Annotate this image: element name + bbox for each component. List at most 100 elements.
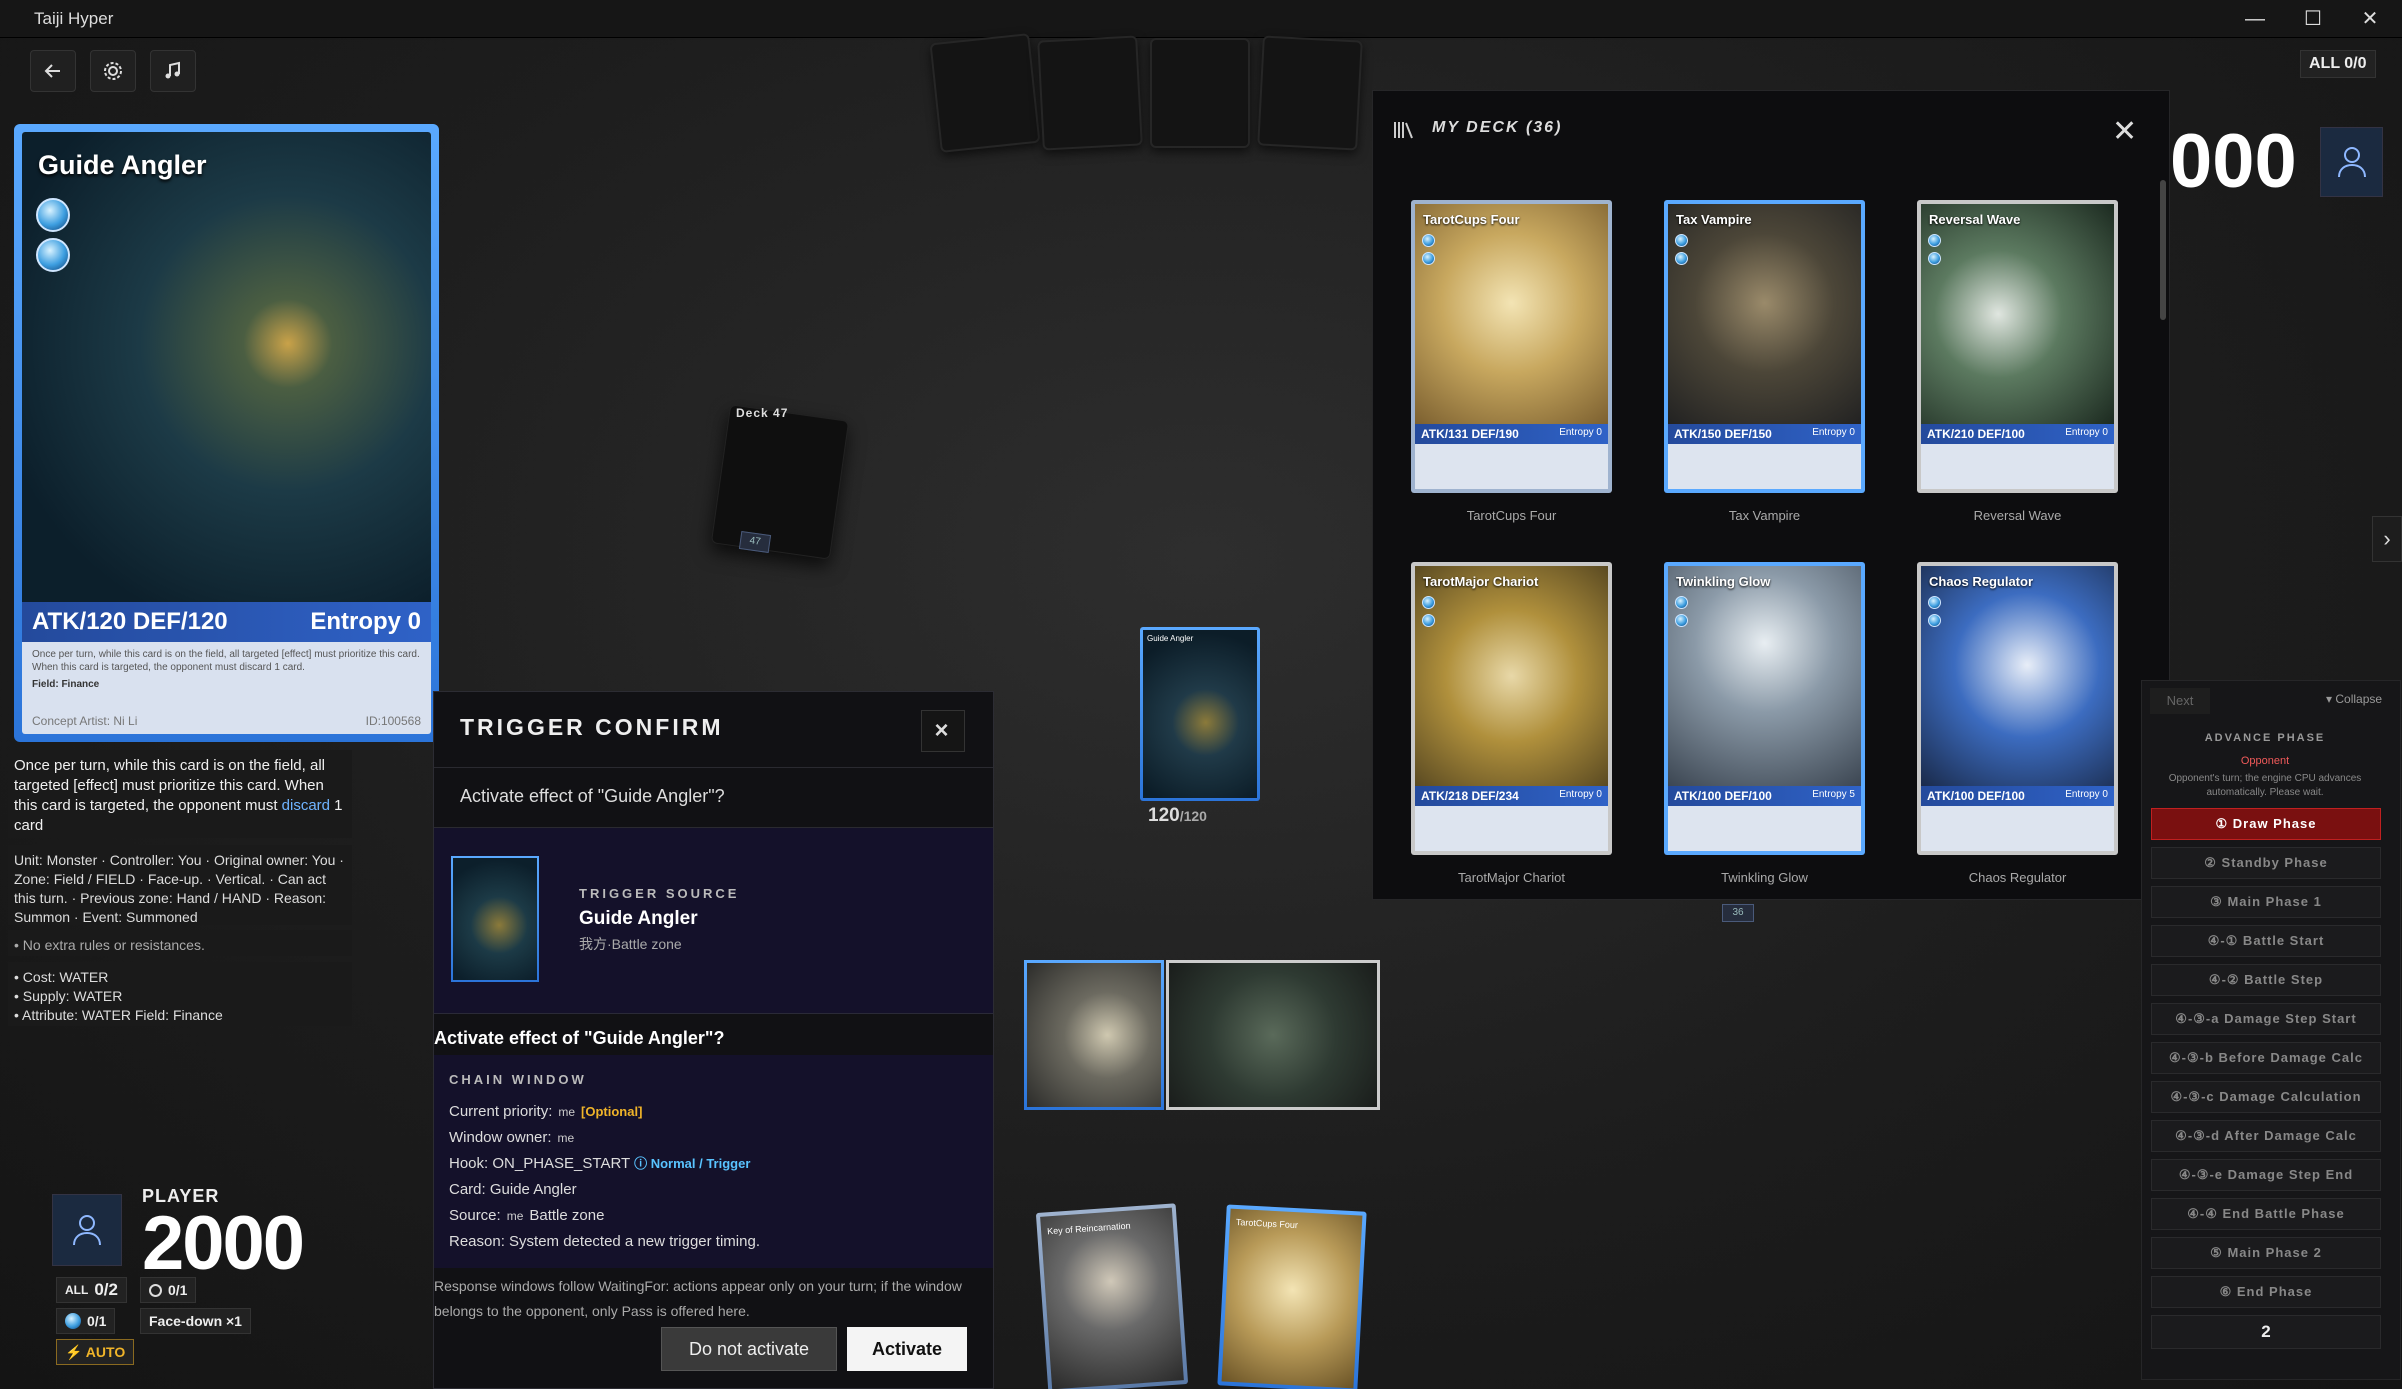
dialog-title: TRIGGER CONFIRM	[460, 714, 724, 740]
deck-card-caption: TarotMajor Chariot	[1458, 870, 1565, 885]
activate-button[interactable]: Activate	[847, 1327, 967, 1371]
card-cost: • Cost: WATER	[14, 969, 109, 985]
attribute-orb-icon	[1675, 252, 1688, 265]
settings-button[interactable]	[90, 50, 136, 92]
phase-button[interactable]: ③ Main Phase 1	[2151, 886, 2381, 918]
player-avatar[interactable]	[52, 1194, 122, 1266]
next-phase-button[interactable]: Next	[2150, 688, 2210, 714]
deck-card[interactable]: TarotMajor Chariot ATK/218 DEF/234 Entro…	[1411, 562, 1612, 855]
discard-link[interactable]: discard	[282, 797, 330, 814]
circle-counter: 0/1	[140, 1277, 197, 1303]
maximize-button[interactable]: ☐	[2283, 4, 2343, 34]
deck-card-body	[1674, 448, 1854, 486]
priority-label: Current priority:	[449, 1103, 553, 1120]
card-attribute: • Attribute: WATER Field: Finance	[14, 1007, 223, 1023]
side-panel-toggle[interactable]: ›	[2372, 516, 2402, 562]
circle-count: 0/1	[168, 1282, 188, 1298]
deck-card-name: Twinkling Glow	[1676, 574, 1771, 589]
deck-drawer-close-button[interactable]: ✕	[2112, 114, 2137, 149]
field-card-name: Guide Angler	[1147, 634, 1194, 643]
deck-card-atk-def: ATK/131 DEF/190	[1421, 427, 1519, 441]
phase-button[interactable]: ② Standby Phase	[2151, 847, 2381, 879]
arrow-left-icon	[44, 64, 60, 78]
all-counter: ALL 0/2	[56, 1277, 127, 1303]
deck-card[interactable]: TarotCups Four ATK/131 DEF/190 Entropy 0	[1411, 200, 1612, 493]
attribute-orb-icon	[1928, 614, 1941, 627]
attribute-orb-icon	[1422, 252, 1435, 265]
back-button[interactable]	[30, 50, 76, 92]
source-owner: me	[506, 1209, 524, 1223]
field-card-stats: 120/120	[1148, 805, 1207, 827]
card-atk-def: ATK/120 DEF/120	[32, 608, 228, 635]
attribute-orb-icon	[1928, 252, 1941, 265]
gear-icon	[104, 62, 122, 80]
deck-card[interactable]: Reversal Wave ATK/210 DEF/100 Entropy 0	[1917, 200, 2118, 493]
deck-card-entropy: Entropy 0	[1559, 427, 1602, 438]
attribute-orb-icon	[1928, 234, 1941, 247]
attribute-orb-icon	[1675, 596, 1688, 609]
library-icon	[1394, 122, 1413, 139]
phase-button[interactable]: ④-① Battle Start	[2151, 925, 2381, 957]
auto-toggle[interactable]: ⚡ AUTO	[56, 1339, 135, 1365]
deck-scrollbar[interactable]	[2160, 180, 2166, 320]
all-value: 0/2	[94, 1280, 118, 1299]
attribute-orb-icon	[1928, 596, 1941, 609]
phase-button[interactable]: ⑥ End Phase	[2151, 1276, 2381, 1308]
attribute-orb-icon	[1422, 596, 1435, 609]
close-window-button[interactable]: ✕	[2340, 4, 2400, 34]
hand-card-name: TarotCups Four	[1235, 1216, 1299, 1231]
opponent-avatar[interactable]	[2320, 127, 2383, 197]
phase-button[interactable]: ④-③-e Damage Step End	[2151, 1159, 2381, 1191]
trigger-source-card-thumbnail[interactable]	[451, 856, 539, 982]
deck-pile[interactable]	[710, 404, 850, 560]
music-button[interactable]	[150, 50, 196, 92]
effect-text: Once per turn, while this card is on the…	[14, 757, 325, 814]
phase-button[interactable]: ④-④ End Battle Phase	[2151, 1198, 2381, 1230]
do-not-activate-button[interactable]: Do not activate	[661, 1327, 837, 1371]
hand-card[interactable]: TarotCups Four	[1217, 1204, 1367, 1389]
phase-button[interactable]: ④-③-c Damage Calculation	[2151, 1081, 2381, 1113]
deck-card-art	[1921, 566, 2114, 786]
deck-card-atk-def: ATK/100 DEF/100	[1674, 789, 1772, 803]
hook-type: ⓘ Normal / Trigger	[634, 1156, 751, 1171]
source-zone: Battle zone	[529, 1207, 605, 1224]
chain-owner-row: Window owner: me	[449, 1125, 978, 1151]
phase-turn-owner: Opponent	[2240, 755, 2290, 767]
phase-note: Opponent's turn; the engine CPU advances…	[2168, 773, 2362, 798]
trigger-source-block: TRIGGER SOURCE Guide Angler 我方·Battle zo…	[434, 828, 993, 1014]
source-label: Source:	[449, 1207, 501, 1224]
opponent-all-counter: ALL 0/0	[2300, 50, 2376, 78]
dialog-close-button[interactable]: ×	[921, 710, 965, 752]
deck-card[interactable]: Twinkling Glow ATK/100 DEF/100 Entropy 5	[1664, 562, 1865, 855]
deck-card[interactable]: Chaos Regulator ATK/100 DEF/100 Entropy …	[1917, 562, 2118, 855]
minimize-button[interactable]: —	[2225, 4, 2285, 34]
chain-hook-row: Hook: ON_PHASE_START ⓘ Normal / Trigger	[449, 1151, 978, 1177]
field-card-sideways[interactable]	[1024, 960, 1164, 1110]
trigger-confirm-dialog: TRIGGER CONFIRM × Activate effect of "Gu…	[433, 691, 994, 1389]
water-orb-icon	[65, 1313, 81, 1329]
hand-card[interactable]: Key of Reincarnation	[1035, 1203, 1189, 1389]
phase-button[interactable]: ④-③-a Damage Step Start	[2151, 1003, 2381, 1035]
phase-button[interactable]: ⑤ Main Phase 2	[2151, 1237, 2381, 1269]
chain-reason-row: Reason: System detected a new trigger ti…	[449, 1233, 760, 1250]
deck-card[interactable]: Tax Vampire ATK/150 DEF/150 Entropy 0	[1664, 200, 1865, 493]
deck-card-name: Chaos Regulator	[1929, 574, 2034, 589]
count-badge: 36	[1722, 904, 1754, 922]
phase-button[interactable]: ④-③-d After Damage Calc	[2151, 1120, 2381, 1152]
deck-card-body	[1421, 810, 1601, 848]
phase-button[interactable]: ④-③-b Before Damage Calc	[2151, 1042, 2381, 1074]
phase-button[interactable]: ① Draw Phase	[2151, 808, 2381, 840]
all-label: ALL	[65, 1283, 89, 1297]
field-card-sideways[interactable]	[1166, 960, 1380, 1110]
player-life-points: 2000	[142, 1201, 305, 1286]
card-rules: • No extra rules or resistances.	[8, 930, 352, 956]
deck-card-stats: ATK/100 DEF/100 Entropy 5	[1668, 786, 1861, 806]
deck-card-atk-def: ATK/218 DEF/234	[1421, 789, 1519, 803]
deck-pile-label: Deck 47	[736, 406, 789, 420]
field-card-guide-angler[interactable]: Guide Angler	[1140, 627, 1260, 801]
phase-button[interactable]: ④-② Battle Step	[2151, 964, 2381, 996]
deck-card-atk-def: ATK/100 DEF/100	[1927, 789, 2025, 803]
app-title: Taiji Hyper	[34, 9, 114, 28]
user-icon	[2337, 147, 2366, 178]
collapse-button[interactable]: ▾ Collapse	[2326, 692, 2382, 706]
